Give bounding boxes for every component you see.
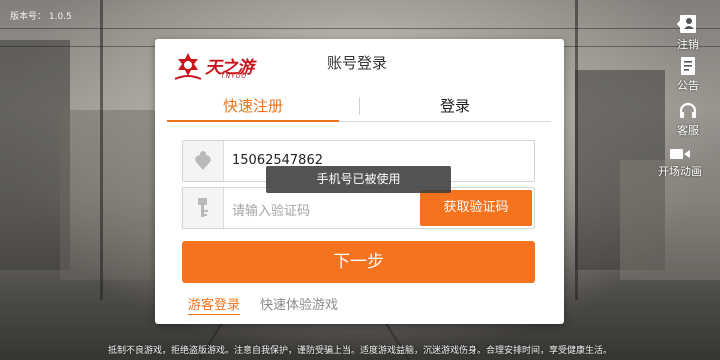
toast-message: 手机号已被使用 — [266, 166, 451, 193]
notice-label: 公告 — [677, 79, 699, 92]
opening-animation-button[interactable]: 开场动画 — [654, 146, 706, 179]
utility-pole — [100, 0, 103, 300]
notice-icon — [681, 57, 695, 75]
logo-mark-icon — [174, 53, 202, 80]
video-icon — [670, 149, 690, 159]
notice-button[interactable]: 公告 — [666, 56, 710, 93]
utility-pole — [575, 0, 578, 300]
headset-icon — [679, 102, 697, 118]
dialog-title: 账号登录 — [327, 54, 388, 72]
code-field-icon-box — [183, 188, 224, 228]
opening-animation-label: 开场动画 — [658, 165, 702, 178]
guest-login-link[interactable]: 游客登录 — [188, 294, 241, 315]
phone-field-icon-box — [183, 141, 224, 181]
health-notice: 抵制不良游戏，拒绝盗版游戏。注意自我保护，谨防受骗上当。适度游戏益脑，沉迷游戏伤… — [107, 346, 612, 356]
user-heart-icon — [195, 151, 211, 170]
logo-subtext: TNYOO — [221, 73, 248, 80]
next-step-button[interactable]: 下一步 — [182, 241, 535, 283]
verification-code-field[interactable]: 请输入验证码 获取验证码 — [182, 187, 535, 229]
logout-label: 注销 — [677, 38, 699, 51]
tab-bar-line — [339, 121, 359, 122]
logout-button[interactable]: 注销 — [666, 13, 710, 52]
version-label: 版本号： 1.0.5 — [10, 12, 72, 22]
key-icon — [198, 198, 208, 217]
building-silhouette — [60, 110, 155, 280]
user-logout-icon — [677, 15, 696, 33]
tab-quick-register[interactable]: 快速注册 — [167, 94, 339, 122]
overhead-wire — [0, 28, 720, 29]
tab-login[interactable]: 登录 — [359, 94, 551, 122]
brand-logo: 天之游 TNYOO — [171, 51, 275, 85]
code-placeholder: 请输入验证码 — [232, 204, 311, 219]
service-label: 客服 — [677, 124, 699, 137]
service-button[interactable]: 客服 — [666, 101, 710, 138]
guest-login-description: 快速体验游戏 — [260, 298, 339, 313]
get-code-button[interactable]: 获取验证码 — [420, 190, 532, 226]
